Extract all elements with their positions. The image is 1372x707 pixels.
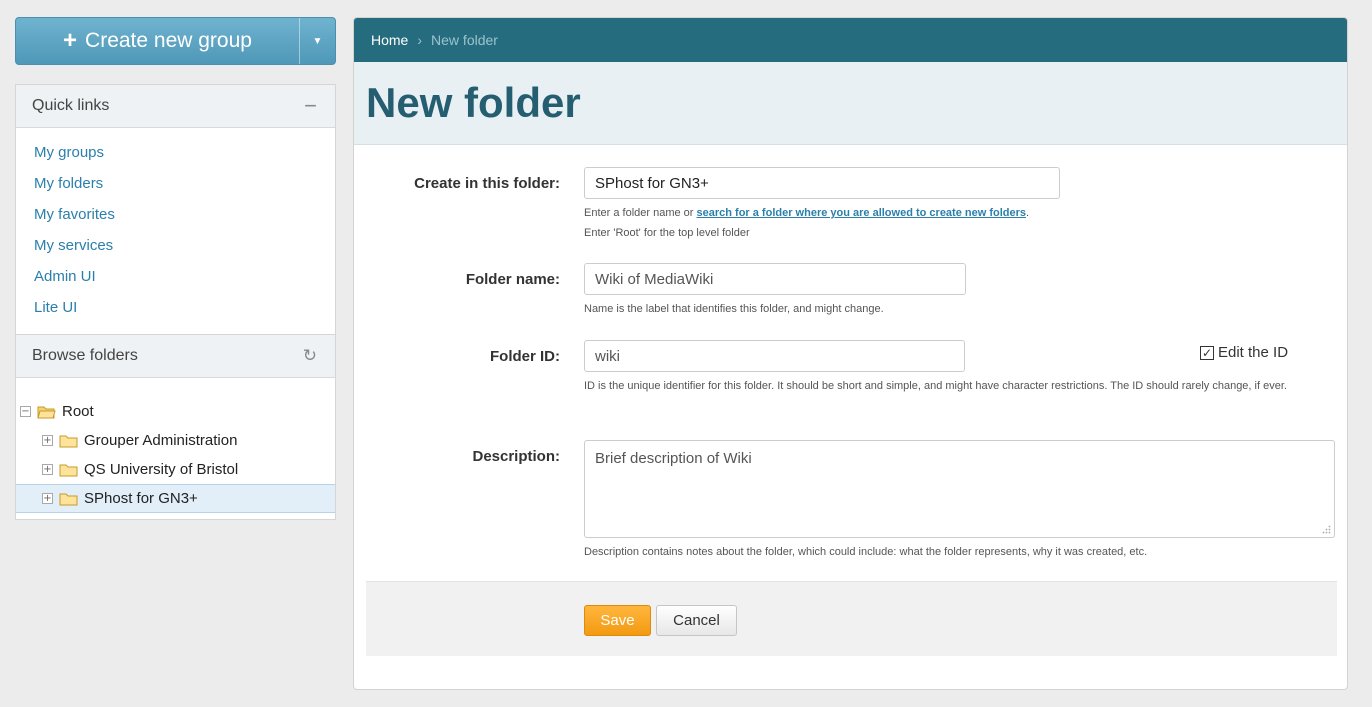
quick-link-my-groups[interactable]: My groups [34, 144, 335, 175]
quick-link-my-favorites[interactable]: My favorites [34, 206, 335, 237]
form-actions: Save Cancel [366, 581, 1337, 656]
folder-id-input[interactable] [584, 340, 965, 372]
quick-links-panel: Quick links − My groups My folders My fa… [15, 84, 336, 336]
description-value: Brief description of Wiki [595, 450, 752, 467]
description-field: Brief description of Wiki Description co… [584, 440, 1335, 562]
folder-open-icon [37, 406, 56, 418]
tree-item-grouper-administration[interactable]: + Grouper Administration [16, 426, 335, 455]
parent-help-suffix: . [1026, 207, 1030, 219]
folder-icon [59, 493, 78, 505]
folder-tree: − Root + Grouper Administration + QS Uni… [16, 378, 335, 513]
parent-help-root: Enter 'Root' for the top level folder [584, 227, 750, 239]
caret-down-icon: ▼ [312, 35, 323, 47]
tree-item-label: Root [62, 403, 94, 420]
quick-links-title: Quick links [32, 97, 110, 114]
quick-link-my-folders[interactable]: My folders [34, 175, 335, 206]
description-label: Description: [472, 448, 560, 465]
folder-name-label: Folder name: [465, 271, 560, 288]
tree-item-label: QS University of Bristol [84, 461, 239, 478]
breadcrumb-home[interactable]: Home [371, 32, 408, 48]
create-new-group-label: Create new group [85, 29, 252, 52]
cancel-button[interactable]: Cancel [656, 605, 737, 636]
resize-grip-icon[interactable] [1322, 525, 1331, 534]
folder-id-field: ✓ Edit the ID ID is the unique identifie… [584, 340, 1339, 396]
quick-link-lite-ui[interactable]: Lite UI [34, 299, 335, 330]
expand-toggle-icon[interactable]: + [42, 464, 53, 475]
create-new-group-main[interactable]: + Create new group [16, 18, 299, 64]
folder-icon [59, 464, 78, 476]
breadcrumb-separator: › [417, 32, 423, 48]
description-textarea[interactable]: Brief description of Wiki [584, 440, 1335, 538]
browse-folders-title: Browse folders [32, 347, 138, 364]
refresh-icon[interactable]: ↻ [303, 346, 317, 366]
collapse-toggle-icon[interactable]: − [20, 406, 31, 417]
search-folder-link[interactable]: search for a folder where you are allowe… [697, 207, 1027, 219]
breadcrumb-current: New folder [431, 32, 498, 48]
folder-name-help: Name is the label that identifies this f… [584, 303, 884, 315]
page-title-bar: New folder [354, 62, 1347, 145]
tree-item-sphost-for-gn3[interactable]: + SPhost for GN3+ [16, 484, 335, 513]
collapse-icon[interactable]: − [304, 95, 317, 117]
folder-name-input[interactable] [584, 263, 966, 295]
tree-item-label: Grouper Administration [84, 432, 238, 449]
expand-toggle-icon[interactable]: + [42, 493, 53, 504]
folder-icon [59, 435, 78, 447]
quick-links-list: My groups My folders My favorites My ser… [16, 128, 335, 330]
parent-folder-label: Create in this folder: [414, 175, 560, 192]
parent-folder-help: Enter a folder name or search for a fold… [584, 203, 1060, 243]
folder-id-help: ID is the unique identifier for this fol… [584, 380, 1287, 392]
tree-item-root[interactable]: − Root [16, 397, 335, 426]
create-new-group-button[interactable]: + Create new group ▼ [15, 17, 336, 65]
parent-help-prefix: Enter a folder name or [584, 207, 697, 219]
quick-links-header: Quick links − [16, 85, 335, 128]
main-content: Home › New folder New folder Create in t… [353, 17, 1348, 690]
parent-folder-input[interactable] [584, 167, 1060, 199]
tree-item-label: SPhost for GN3+ [84, 490, 198, 507]
page-title: New folder [366, 79, 581, 126]
quick-link-my-services[interactable]: My services [34, 237, 335, 268]
folder-id-label: Folder ID: [490, 348, 560, 365]
plus-icon: + [63, 27, 78, 54]
edit-id-label: Edit the ID [1218, 344, 1289, 361]
edit-id-control[interactable]: ✓ Edit the ID [1200, 344, 1288, 361]
quick-link-admin-ui[interactable]: Admin UI [34, 268, 335, 299]
save-button[interactable]: Save [584, 605, 651, 636]
browse-folders-panel: Browse folders ↻ − Root + Grouper Admini… [15, 334, 336, 520]
breadcrumb: Home › New folder [354, 18, 1347, 62]
expand-toggle-icon[interactable]: + [42, 435, 53, 446]
edit-id-checkbox[interactable]: ✓ [1200, 345, 1214, 360]
parent-folder-field: Enter a folder name or search for a fold… [584, 167, 1060, 243]
folder-name-field: Name is the label that identifies this f… [584, 263, 966, 319]
description-help: Description contains notes about the fol… [584, 546, 1148, 558]
tree-item-qs-university-of-bristol[interactable]: + QS University of Bristol [16, 455, 335, 484]
browse-folders-header: Browse folders ↻ [16, 335, 335, 378]
create-group-dropdown-toggle[interactable]: ▼ [299, 18, 335, 64]
